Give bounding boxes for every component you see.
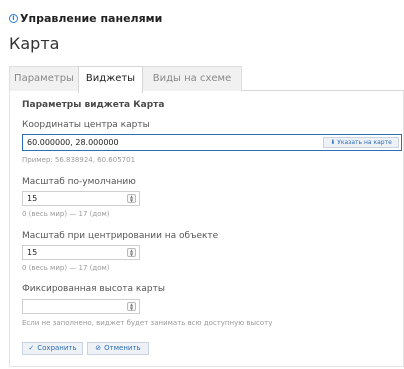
- cancel-icon: ⊘: [95, 344, 102, 352]
- default-zoom-stepper[interactable]: ▲ ▼: [127, 194, 136, 203]
- map-pin-icon: ⬇: [330, 139, 336, 146]
- widget-settings-panel: Параметры виджета Карта Координаты центр…: [9, 91, 404, 366]
- object-zoom-stepper[interactable]: ▲ ▼: [127, 248, 136, 257]
- panel-management-title-text: Управление панелями: [20, 12, 163, 25]
- section-title: Параметры виджета Карта: [22, 100, 165, 110]
- center-coords-input[interactable]: 60.000000, 28.000000 ⬇ Указать на карте: [22, 134, 402, 151]
- info-icon: i: [9, 14, 18, 23]
- cancel-button[interactable]: ⊘ Отменить: [87, 342, 149, 355]
- object-zoom-label: Масштаб при центрировании на объекте: [22, 231, 219, 241]
- fixed-height-hint: Если не заполнено, виджет будет занимать…: [22, 319, 273, 327]
- object-zoom-value[interactable]: 15: [27, 248, 37, 257]
- pick-on-map-button[interactable]: ⬇ Указать на карте: [323, 137, 399, 148]
- panel-management-title: i Управление панелями: [9, 12, 162, 25]
- tab-parameters[interactable]: Параметры: [9, 66, 79, 92]
- fixed-height-stepper[interactable]: ▲ ▼: [127, 302, 136, 311]
- center-coords-hint: Пример: 56.838924, 60.605701: [22, 156, 136, 164]
- page-title: Карта: [9, 34, 60, 53]
- default-zoom-label: Масштаб по-умолчанию: [22, 177, 136, 187]
- object-zoom-hint: 0 (весь мир) — 17 (дом): [22, 264, 110, 272]
- center-coords-label: Координаты центра карты: [22, 120, 150, 130]
- pick-on-map-label: Указать на карте: [337, 139, 392, 146]
- tab-scheme-views[interactable]: Виды на схеме: [142, 66, 242, 92]
- tab-bar: Параметры Виджеты Виды на схеме: [9, 66, 404, 93]
- fixed-height-label: Фиксированная высота карты: [22, 284, 165, 294]
- default-zoom-value[interactable]: 15: [27, 194, 37, 203]
- center-coords-value[interactable]: 60.000000, 28.000000: [27, 138, 119, 147]
- panel-bottom-divider: [9, 366, 404, 367]
- object-zoom-input[interactable]: 15 ▲ ▼: [22, 245, 140, 260]
- default-zoom-input[interactable]: 15 ▲ ▼: [22, 191, 140, 206]
- check-icon: ✓: [28, 344, 35, 352]
- cancel-label: Отменить: [104, 344, 141, 352]
- save-button[interactable]: ✓ Сохранить: [22, 342, 83, 355]
- fixed-height-input[interactable]: ▲ ▼: [22, 299, 140, 314]
- default-zoom-hint: 0 (весь мир) — 17 (дом): [22, 210, 110, 218]
- tab-widgets[interactable]: Виджеты: [78, 66, 143, 93]
- save-label: Сохранить: [37, 344, 77, 352]
